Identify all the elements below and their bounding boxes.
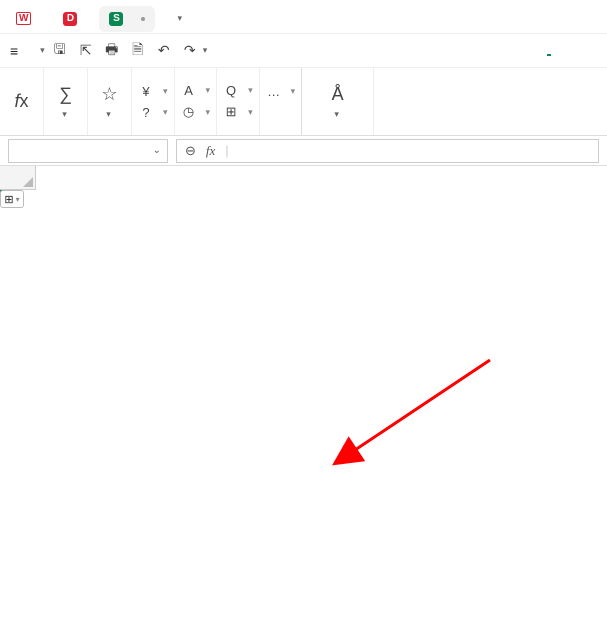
ribbon-fast[interactable]	[374, 68, 382, 135]
chevron-down-icon: ▾	[106, 109, 111, 119]
clock-icon: ◷	[181, 104, 197, 120]
chevron-down-icon: ▾	[163, 107, 168, 118]
redo-icon[interactable]: ↷	[179, 42, 201, 59]
chevron-down-icon: ▾	[291, 86, 296, 97]
name-box[interactable]: ⌄	[8, 139, 168, 163]
ribbon-ai[interactable]: Å ▾	[302, 68, 374, 135]
formula-bar[interactable]: ⊖ fx |	[176, 139, 599, 163]
formula-row: ⌄ ⊖ fx |	[0, 136, 607, 166]
chevron-down-icon[interactable]: ⌄	[153, 145, 161, 156]
ribbon-common[interactable]: ☆ ▾	[88, 68, 132, 135]
docell-icon: D	[63, 12, 77, 26]
ribbon-group-functions-2: A▾ ◷▾	[175, 68, 218, 135]
cancel-icon[interactable]: ⊖	[185, 143, 196, 159]
star-icon: ☆	[101, 84, 117, 106]
ribbon-sum[interactable]: ∑ ▾	[44, 68, 88, 135]
chevron-down-icon: ▾	[206, 85, 211, 96]
chevron-down-icon[interactable]: ▾	[40, 45, 45, 56]
tab-start[interactable]	[481, 46, 485, 56]
ribbon-other[interactable]: …▾	[266, 84, 296, 99]
undo-icon[interactable]: ↶	[153, 42, 175, 59]
ribbon-group-functions-1: ¥▾ ?▾	[132, 68, 175, 135]
ribbon-text[interactable]: A▾	[181, 83, 211, 98]
quick-analysis-icon: ⊞	[4, 193, 13, 206]
print-icon[interactable]: 🖶	[101, 39, 123, 63]
app-tab-wps[interactable]: W	[6, 6, 47, 32]
export-icon[interactable]: ⇱	[75, 42, 97, 59]
chevron-down-icon[interactable]: ▾	[177, 13, 182, 24]
app-tab-workbook[interactable]: S	[99, 6, 155, 32]
hamburger-icon[interactable]: ≡	[6, 41, 22, 61]
annotation-arrow	[0, 190, 607, 620]
app-tab-docell[interactable]: D	[53, 6, 93, 32]
chevron-down-icon: ▾	[62, 109, 67, 119]
modified-dot-icon	[141, 17, 145, 21]
ribbon-lookup[interactable]: Q▾	[223, 83, 253, 98]
tab-formula[interactable]	[547, 46, 551, 56]
ribbon-finance[interactable]: ¥▾	[138, 84, 168, 99]
wps-icon: W	[16, 12, 31, 25]
tab-page[interactable]	[525, 46, 529, 56]
tab-review[interactable]	[591, 46, 595, 56]
preview-icon[interactable]: 🗎	[127, 39, 149, 63]
select-all-corner[interactable]	[0, 166, 36, 190]
titlebar: W D S ▾	[0, 0, 607, 34]
finance-icon: ¥	[138, 84, 154, 99]
ribbon-tabs	[481, 46, 601, 56]
text-icon: A	[181, 83, 197, 98]
column-headers	[0, 166, 607, 190]
fx-icon[interactable]: fx	[206, 143, 215, 159]
ribbon-time[interactable]: ◷▾	[181, 104, 211, 120]
file-menu[interactable]	[26, 49, 38, 53]
save-icon[interactable]: 🖫	[49, 39, 71, 63]
quick-analysis-button[interactable]: ⊞▾	[0, 190, 24, 208]
ribbon-group-functions-3: Q▾ ⊞▾	[217, 68, 260, 135]
chevron-down-icon: ▾	[248, 85, 253, 96]
fx-icon: fx	[14, 91, 28, 113]
spreadsheet[interactable]: ⊞▾	[0, 166, 607, 190]
math-icon: ⊞	[223, 104, 239, 120]
chevron-down-icon: ▾	[248, 107, 253, 118]
chevron-down-icon: ▾	[206, 107, 211, 118]
chevron-down-icon: ▾	[334, 109, 339, 119]
logic-icon: ?	[138, 105, 154, 120]
sigma-icon: ∑	[59, 84, 72, 106]
tab-data[interactable]	[569, 46, 573, 56]
ai-icon: Å	[332, 84, 344, 106]
tab-insert[interactable]	[503, 46, 507, 56]
more-icon: …	[266, 84, 282, 99]
ribbon-math[interactable]: ⊞▾	[223, 104, 253, 120]
ribbon: fx ∑ ▾ ☆ ▾ ¥▾ ?▾ A▾ ◷▾ Q▾ ⊞▾ …▾ x Å ▾	[0, 68, 607, 136]
ribbon-group-functions-4: …▾ x	[260, 68, 303, 135]
chevron-down-icon: ▾	[16, 195, 20, 204]
sheet-icon: S	[109, 12, 123, 26]
chevron-down-icon: ▾	[163, 86, 168, 97]
ribbon-logic[interactable]: ?▾	[138, 105, 168, 120]
lookup-icon: Q	[223, 83, 239, 98]
chevron-down-icon[interactable]: ▾	[203, 45, 208, 56]
ribbon-insert-fn[interactable]: fx	[0, 68, 44, 135]
menu-row: ≡ ▾ 🖫 ⇱ 🖶 🗎 ↶ ↷ ▾	[0, 34, 607, 68]
